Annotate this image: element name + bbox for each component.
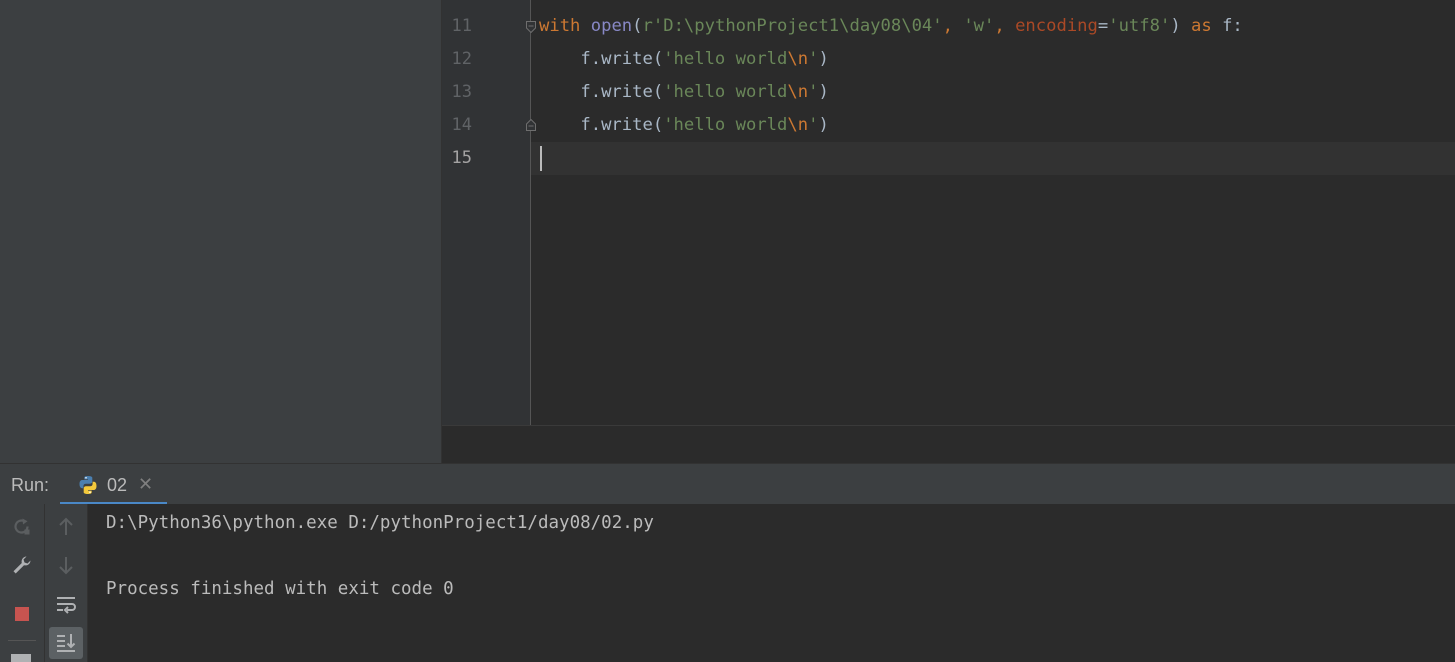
scroll-to-end-button[interactable] — [49, 627, 83, 659]
layout-icon[interactable] — [11, 654, 31, 662]
comma: , — [994, 16, 1016, 36]
paren: ) — [818, 49, 829, 69]
run-title: Run: — [11, 475, 50, 495]
settings-wrench-icon — [13, 556, 31, 574]
editor-gutter: 10 11 12 13 14 15 — [442, 0, 530, 425]
string-end: ' — [808, 82, 819, 102]
console-command-line: D:\Python36\python.exe D:/pythonProject1… — [106, 513, 654, 533]
toolbar-divider — [8, 640, 36, 641]
line-number-15: 15 — [451, 148, 472, 168]
line-number-13: 13 — [451, 82, 472, 102]
path-string: r'D:\pythonProject1\day08\04' — [642, 16, 943, 36]
text-caret — [540, 146, 542, 171]
soft-wrap-icon — [57, 597, 76, 614]
paren: ) — [818, 115, 829, 135]
stop-icon — [15, 607, 29, 621]
paren: ) — [818, 82, 829, 102]
code-line-11[interactable]: with open(r'D:\pythonProject1\day08\04',… — [539, 10, 1243, 43]
code-prefix: f.write( — [539, 82, 664, 102]
paren: ( — [632, 16, 643, 36]
scroll-up-button[interactable] — [49, 511, 83, 543]
param-encoding: encoding — [1015, 16, 1098, 36]
string-end: ' — [808, 115, 819, 135]
run-tab-label: 02 — [107, 475, 128, 495]
current-line-highlight — [531, 142, 1455, 175]
run-console-output[interactable]: D:\Python36\python.exe D:/pythonProject1… — [88, 504, 1455, 662]
mode-string: 'w' — [963, 16, 995, 36]
line-number-11: 11 — [451, 16, 472, 36]
run-tab-02[interactable]: 02 ✕ — [60, 464, 167, 505]
console-exit-message: Process finished with exit code 0 — [106, 579, 454, 599]
run-toolbar-right — [45, 504, 88, 662]
line-number-12: 12 — [451, 49, 472, 69]
code-line-12[interactable]: f.write('hello world\n') — [539, 43, 829, 76]
line-number-10: 10 — [442, 0, 472, 10]
code-editor[interactable]: 10 11 12 13 14 15 with open(r'D:\pythonP… — [442, 0, 1455, 464]
code-rest: f: — [1211, 16, 1243, 36]
stop-button[interactable] — [5, 598, 39, 630]
line-number-14: 14 — [451, 115, 472, 135]
rerun-button[interactable] — [5, 511, 39, 543]
keyword-as: as — [1191, 16, 1212, 36]
scroll-to-end-icon — [57, 634, 76, 652]
string-end: ' — [808, 49, 819, 69]
soft-wrap-button[interactable] — [49, 589, 83, 621]
string-literal: 'hello world — [663, 115, 788, 135]
code-prefix: f.write( — [539, 115, 664, 135]
escape-sequence: \n — [787, 49, 809, 69]
string-literal: 'hello world — [663, 82, 788, 102]
code-line-14[interactable]: f.write('hello world\n') — [539, 109, 829, 142]
escape-sequence: \n — [787, 115, 809, 135]
builtin-open: open — [590, 16, 633, 36]
fold-end-icon[interactable] — [526, 119, 536, 131]
code-prefix: f.write( — [539, 49, 664, 69]
run-toolbar-left — [0, 504, 45, 662]
gutter-separator — [530, 0, 531, 425]
up-arrow-icon — [59, 517, 73, 535]
escape-sequence: \n — [787, 82, 809, 102]
settings-button[interactable] — [5, 549, 39, 581]
down-arrow-icon — [59, 557, 73, 575]
scroll-down-button[interactable] — [49, 549, 83, 581]
rerun-icon — [14, 518, 30, 535]
python-icon — [79, 476, 97, 494]
fold-open-icon[interactable] — [526, 21, 536, 33]
string-literal: 'hello world — [663, 49, 788, 69]
paren: ) — [1170, 16, 1192, 36]
editor-bottom-area — [442, 425, 1455, 464]
close-icon[interactable]: ✕ — [138, 474, 153, 495]
equals: = — [1097, 16, 1109, 36]
comma: , — [942, 16, 964, 36]
keyword-with: with — [539, 16, 581, 36]
run-panel-header: Run: 02 ✕ — [0, 463, 1455, 505]
project-tool-window — [0, 0, 442, 463]
encoding-string: 'utf8' — [1108, 16, 1171, 36]
code-line-13[interactable]: f.write('hello world\n') — [539, 76, 829, 109]
